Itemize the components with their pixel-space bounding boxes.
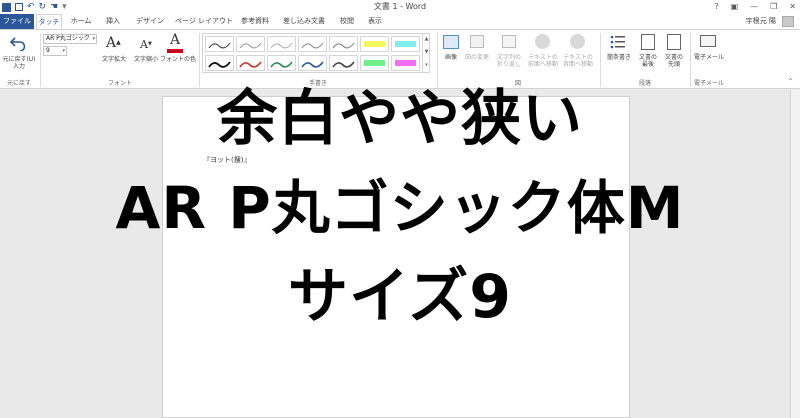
highlighter-magenta[interactable] [391,55,420,71]
window-title: 文書 1 - Word [373,2,427,11]
help-icon[interactable]: ? [714,0,718,14]
scroll-down-icon[interactable]: ▼ [423,46,430,59]
pen-gray-thin[interactable] [236,36,265,52]
bullets-label[interactable]: 箇条書き [603,54,635,61]
tab-references[interactable]: 参考資料 [238,14,272,29]
document-end-icon[interactable] [641,34,655,50]
undo-button-label-2[interactable]: 入力 [0,63,38,70]
chevron-down-icon[interactable]: ▾ [62,47,65,55]
pen-gray-thin-2[interactable] [267,36,296,52]
pen-gray-thin-4[interactable] [329,36,358,52]
bullets-icon[interactable] [610,34,626,50]
picture-icon[interactable] [443,35,459,49]
tab-touch[interactable]: タッチ [36,14,62,29]
highlighter-cyan[interactable] [391,36,420,52]
restore-icon[interactable]: ❐ [770,0,777,14]
tab-design[interactable]: デザイン [130,14,170,29]
tab-insert[interactable]: 挿入 [100,14,126,29]
pen-red-thick[interactable] [236,55,265,71]
separator [600,33,601,87]
gallery-scroll[interactable]: ▲ ▼ ▾ [422,33,430,73]
pen-green-thick[interactable] [267,55,296,71]
undo-button-label-1[interactable]: 元に戻す(U) [0,56,38,63]
email-icon[interactable] [700,35,716,47]
pen-blue-thick[interactable] [298,55,327,71]
ribbon-display-options-icon[interactable]: ▣ [731,0,739,14]
bring-forward-icon[interactable] [535,34,550,49]
font-name-dropdown[interactable]: AR P丸ゴシック ▾ [43,34,97,44]
document-end-label-2[interactable]: 最後 [636,61,660,68]
ribbon: 元に戻す(U) 入力 元に戻す AR P丸ゴシック ▾ 9 ▾ A▲ 文字拡大 … [0,29,800,89]
chevron-down-icon[interactable]: ▾ [92,35,95,43]
bring-forward-label-1[interactable]: テキストの [527,54,559,61]
tab-home[interactable]: ホーム [66,14,96,29]
tab-review[interactable]: 校閲 [336,14,358,29]
user-name[interactable]: 宇根元 陽 [746,14,776,29]
wrap-text-icon[interactable] [502,35,516,48]
font-name-value: AR P丸ゴシック [46,35,90,42]
bring-forward-label-2[interactable]: 前面へ移動 [527,61,559,68]
undo-large-icon[interactable] [10,35,26,51]
font-color-label[interactable]: フォントの色 [160,56,196,63]
separator [690,33,691,87]
send-backward-label-2[interactable]: 背面へ移動 [561,61,595,68]
overlay-caption-line-1: 余白やや狭い [217,84,583,154]
font-size-value: 9 [46,47,50,54]
wrap-text-label-2[interactable]: 折り返し [494,61,524,68]
overlay-caption-line-2: AR P丸ゴシック体M [115,174,685,242]
send-backward-label-1[interactable]: テキストの [561,54,595,61]
font-color-icon[interactable]: A [170,33,180,48]
pen-black-thin[interactable] [205,36,234,52]
scroll-up-icon[interactable]: ▲ [423,33,430,46]
tab-page-layout[interactable]: ページ レイアウト [174,14,234,29]
gallery-more-icon[interactable]: ▾ [423,59,430,72]
picture-label[interactable]: 画像 [438,54,464,61]
user-avatar[interactable] [782,16,794,27]
minimize-icon[interactable]: — [750,0,758,14]
document-body-text[interactable]: 『ヨット(捜)』 [203,155,250,165]
document-start-label-2[interactable]: 先頭 [662,61,686,68]
font-size-dropdown[interactable]: 9 ▾ [43,46,67,56]
change-picture-icon[interactable] [470,35,484,48]
tab-view[interactable]: 表示 [364,14,386,29]
overlay-caption-line-3: サイズ9 [288,262,512,332]
highlighter-green[interactable] [360,55,389,71]
pen-gray-thin-3[interactable] [298,36,327,52]
change-picture-label[interactable]: 図の変更 [462,54,492,61]
send-backward-icon[interactable] [570,34,585,49]
document-start-icon[interactable] [667,34,681,50]
separator [40,33,41,87]
tab-mailings[interactable]: 差し込み文書 [280,14,328,29]
document-end-label-1[interactable]: 文書の [636,54,660,61]
grow-font-label[interactable]: 文字拡大 [98,56,130,63]
close-icon[interactable]: ✕ [789,0,796,14]
grow-font-icon[interactable]: A▲ [106,35,121,51]
shrink-font-label[interactable]: 文字縮小 [130,56,162,63]
shrink-font-icon[interactable]: A▼ [140,38,152,51]
highlighter-yellow[interactable] [360,36,389,52]
font-color-bar [167,49,183,53]
ribbon-tabs: ファイル タッチ ホーム 挿入 デザイン ページ レイアウト 参考資料 差し込み… [0,14,800,29]
pen-dark-thick[interactable] [329,55,358,71]
pen-black-thick[interactable] [205,55,234,71]
document-start-label-1[interactable]: 文書の [662,54,686,61]
pen-gallery [202,33,430,73]
email-label[interactable]: 電子メール [692,54,726,61]
tab-file[interactable]: ファイル [0,14,34,29]
wrap-text-label-1[interactable]: 文字列の [494,54,524,61]
window-controls: ? ▣ — ❐ ✕ [714,0,796,14]
title-bar: ↶ ↻ ☚ ▾ 文書 1 - Word ? ▣ — ❐ ✕ [0,0,800,14]
